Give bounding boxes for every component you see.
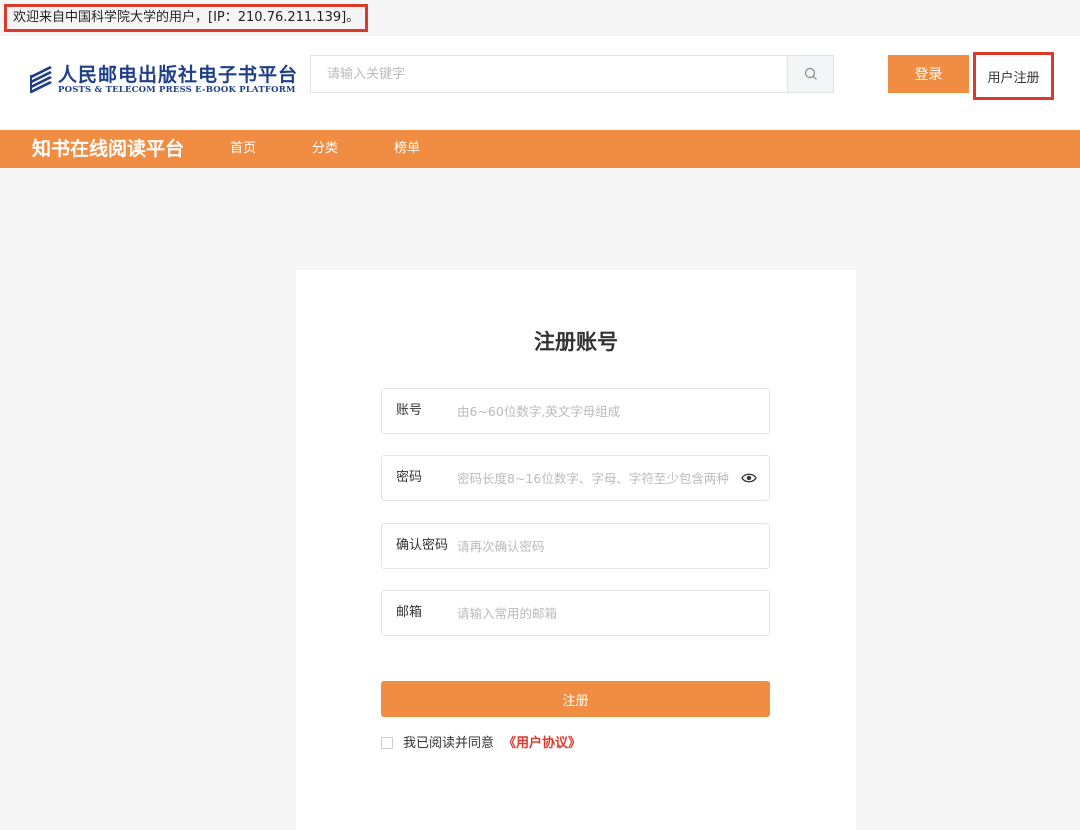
logo-english-text: POSTS & TELECOM PRESS E-BOOK PLATFORM — [58, 85, 296, 95]
email-input[interactable] — [457, 591, 737, 635]
register-link[interactable]: 用户注册 — [973, 52, 1054, 100]
main-nav: 知书在线阅读平台 首页 分类 榜单 — [0, 130, 1080, 168]
email-field: 邮箱 — [381, 590, 770, 636]
top-bar: 欢迎来自中国科学院大学的用户，[IP：210.76.211.139]。 — [0, 0, 1080, 36]
nav-item-ranking[interactable]: 榜单 — [394, 130, 420, 168]
user-agreement-link[interactable]: 《用户协议》 — [503, 736, 581, 752]
nav-item-category[interactable]: 分类 — [312, 130, 338, 168]
header: 人民邮电出版社电子书平台 POSTS & TELECOM PRESS E-BOO… — [0, 36, 1080, 130]
search-box — [310, 55, 834, 93]
agree-checkbox[interactable] — [381, 737, 393, 749]
eye-icon[interactable] — [741, 471, 757, 485]
book-stack-icon — [30, 66, 52, 93]
confirm-password-label: 确认密码 — [396, 538, 449, 553]
form-title: 注册账号 — [534, 330, 618, 354]
confirm-password-field: 确认密码 — [381, 523, 770, 569]
password-field: 密码 — [381, 455, 770, 501]
nav-brand: 知书在线阅读平台 — [32, 138, 185, 160]
register-card: 注册账号 账号 密码 确认密码 邮箱 注册 我已阅读并同意 《用户协议》 — [296, 270, 856, 830]
welcome-message: 欢迎来自中国科学院大学的用户，[IP：210.76.211.139]。 — [4, 4, 369, 32]
search-button[interactable] — [787, 56, 833, 92]
register-submit-button[interactable]: 注册 — [381, 681, 770, 717]
password-input[interactable] — [457, 456, 737, 500]
search-icon — [804, 67, 817, 80]
account-label: 账号 — [396, 403, 423, 418]
nav-item-home[interactable]: 首页 — [230, 130, 256, 168]
search-input[interactable] — [311, 56, 787, 92]
logo-chinese-text: 人民邮电出版社电子书平台 — [58, 64, 299, 86]
account-field: 账号 — [381, 388, 770, 434]
account-input[interactable] — [457, 389, 737, 433]
email-label: 邮箱 — [396, 605, 423, 620]
login-button[interactable]: 登录 — [888, 55, 969, 93]
agree-text: 我已阅读并同意 — [403, 736, 495, 751]
password-label: 密码 — [396, 470, 423, 485]
site-logo[interactable]: 人民邮电出版社电子书平台 POSTS & TELECOM PRESS E-BOO… — [28, 60, 297, 100]
confirm-password-input[interactable] — [457, 524, 737, 568]
